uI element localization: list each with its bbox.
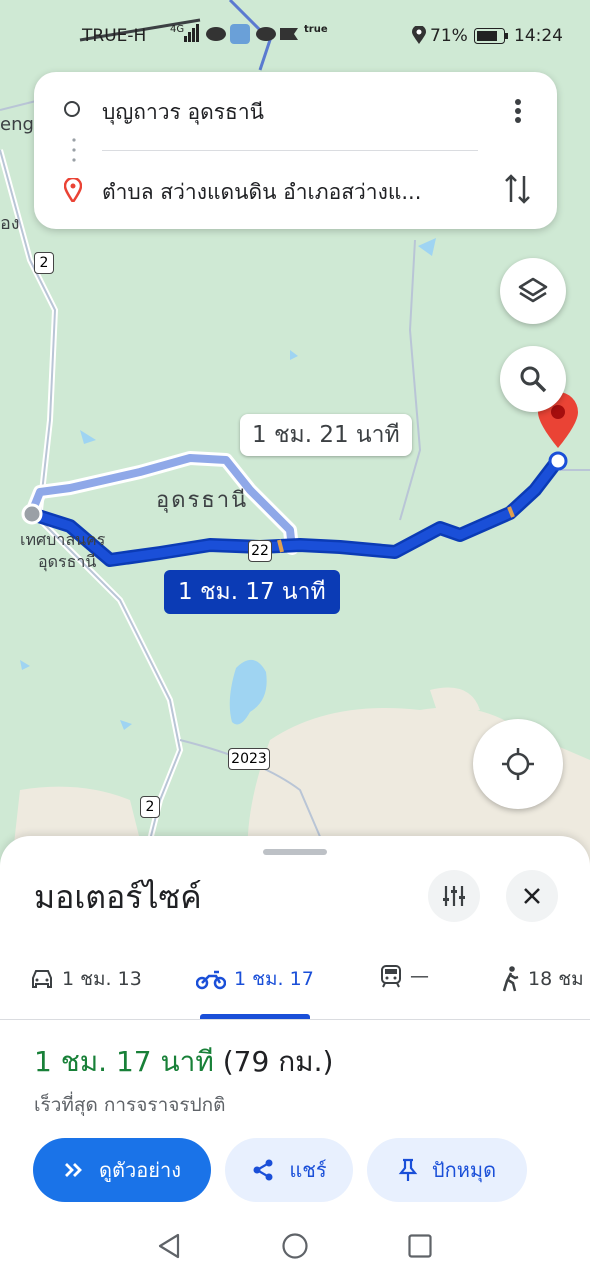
road-shield-2: 2 bbox=[34, 252, 54, 274]
double-chevron-icon bbox=[65, 1163, 83, 1177]
pin-button[interactable]: ปักหมุด bbox=[367, 1138, 527, 1202]
car-icon bbox=[32, 970, 52, 988]
road-shield-22: 22 bbox=[248, 540, 272, 562]
back-nav-icon[interactable] bbox=[156, 1232, 182, 1264]
municipality-label-2: อุดรธานี bbox=[38, 552, 97, 571]
share-icon bbox=[253, 1159, 273, 1181]
preview-label: ดูตัวอย่าง bbox=[99, 1158, 181, 1182]
mode-motorcycle[interactable]: 1 ชม. 17 bbox=[196, 964, 314, 994]
battery-icon bbox=[474, 28, 508, 49]
route-dots-icon bbox=[72, 138, 76, 168]
mode-car[interactable]: 1 ชม. 13 bbox=[30, 964, 142, 994]
route-distance: (79 กม.) bbox=[222, 1045, 334, 1078]
destination-pin-icon bbox=[63, 176, 83, 206]
directions-card: บุญถาวร อุดรธานี ตำบล สว่างแดนดิน อำเภอส… bbox=[34, 72, 557, 229]
route-duration: 1 ชม. 17 นาที bbox=[34, 1045, 214, 1078]
modes-divider bbox=[0, 1019, 590, 1020]
mode-motorcycle-label: 1 ชม. 17 bbox=[234, 968, 314, 990]
origin-field[interactable]: บุญถาวร อุดรธานี bbox=[102, 96, 482, 129]
pin-label: ปักหมุด bbox=[431, 1158, 497, 1182]
true-app-icon: true bbox=[304, 24, 328, 35]
more-options-icon[interactable] bbox=[508, 98, 528, 124]
travel-mode-title: มอเตอร์ไซค์ bbox=[34, 878, 202, 916]
mode-walk[interactable]: 18 ชม bbox=[500, 964, 584, 994]
share-button[interactable]: แชร์ bbox=[225, 1138, 353, 1202]
close-icon bbox=[524, 888, 540, 904]
walk-icon bbox=[502, 966, 519, 992]
recents-nav-icon[interactable] bbox=[408, 1234, 432, 1262]
line-app-icon bbox=[206, 26, 226, 47]
battery-percent: 71% bbox=[430, 26, 468, 46]
route-options-button[interactable] bbox=[428, 870, 480, 922]
search-icon bbox=[520, 366, 547, 393]
status-bar: TRUE-H 4G true 71% 14:24 bbox=[0, 0, 590, 72]
pushpin-icon bbox=[398, 1158, 418, 1181]
alt-route-time-label[interactable]: 1 ชม. 21 นาที bbox=[240, 414, 412, 456]
field-divider bbox=[102, 150, 478, 151]
edge-place-label: eng bbox=[0, 114, 34, 135]
app-notification-icon bbox=[230, 24, 250, 49]
search-along-route-button[interactable] bbox=[500, 346, 566, 412]
mode-transit[interactable]: — bbox=[380, 964, 429, 988]
my-location-button[interactable] bbox=[473, 719, 563, 809]
route-subtitle: เร็วที่สุด การจราจรปกติ bbox=[34, 1094, 226, 1116]
road-shield-2023: 2023 bbox=[228, 748, 270, 770]
carrier-label: TRUE-H bbox=[82, 26, 147, 46]
sheet-drag-handle[interactable] bbox=[263, 849, 327, 855]
share-label: แชร์ bbox=[289, 1158, 327, 1182]
origin-circle-icon bbox=[64, 101, 80, 117]
network-label: 4G bbox=[170, 24, 185, 35]
main-route-time-label[interactable]: 1 ชม. 17 นาที bbox=[164, 570, 340, 614]
mode-transit-label: — bbox=[410, 965, 429, 987]
close-button[interactable] bbox=[506, 870, 558, 922]
tune-icon bbox=[443, 886, 465, 906]
preview-button[interactable]: ดูตัวอย่าง bbox=[33, 1138, 211, 1202]
transit-icon bbox=[381, 965, 401, 988]
destination-field[interactable]: ตำบล สว่างแดนดิน อำเภอสว่างแ... bbox=[102, 176, 482, 209]
location-icon bbox=[412, 25, 426, 49]
swap-icon[interactable] bbox=[504, 172, 532, 210]
city-label: อุดรธานี bbox=[156, 488, 249, 513]
home-nav-icon[interactable] bbox=[282, 1233, 308, 1263]
road-shield-2-south: 2 bbox=[140, 796, 160, 818]
crosshair-icon bbox=[502, 748, 534, 780]
route-summary: 1 ชม. 17 นาที (79 กม.) bbox=[34, 1040, 333, 1084]
clock: 14:24 bbox=[514, 26, 563, 46]
signal-icon bbox=[184, 24, 200, 47]
layers-icon bbox=[518, 277, 548, 303]
layers-button[interactable] bbox=[500, 258, 566, 324]
chat-icon bbox=[280, 26, 298, 47]
motorcycle-icon bbox=[196, 970, 226, 990]
mode-car-label: 1 ชม. 13 bbox=[62, 968, 142, 990]
mode-walk-label: 18 ชม bbox=[528, 968, 584, 990]
edge-place-label-2: อง bbox=[0, 213, 20, 234]
line-app-icon-2 bbox=[256, 26, 276, 47]
